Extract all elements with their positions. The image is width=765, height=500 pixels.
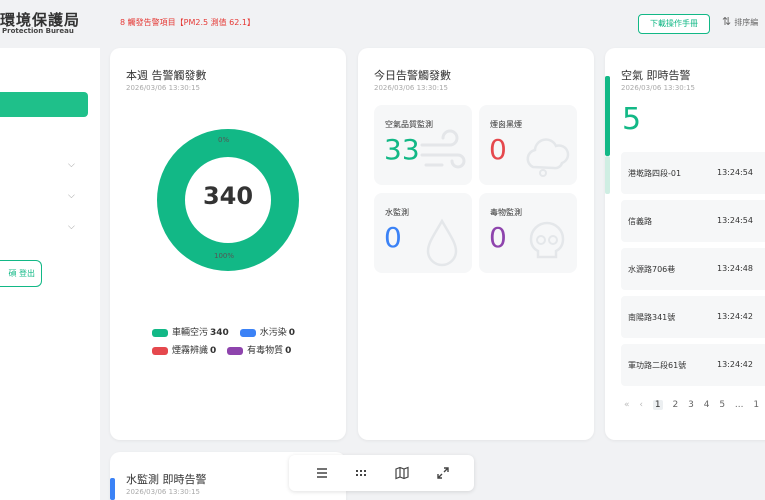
tile-label: 毒物監測 [490, 208, 522, 217]
top-bar: 環境保護局 Protection Bureau 8 觸發告警項目【PM2.5 測… [0, 0, 765, 48]
table-row[interactable]: 南陽路341號 13:24:42 [621, 296, 765, 338]
pager-page-5[interactable]: 5 [719, 400, 725, 410]
chevron-down-icon[interactable]: ⌵ [68, 191, 75, 201]
realtime-count: 5 [622, 102, 642, 137]
accent-bar [605, 76, 610, 156]
logo-subtitle: Protection Bureau [2, 27, 74, 35]
legend-value: 0 [288, 328, 295, 338]
pager-prev[interactable]: ‹ [639, 400, 643, 410]
row-time: 13:24:54 [717, 216, 753, 225]
tile-label: 煙囪黑煙 [490, 120, 522, 129]
smoke-cloud-icon [526, 138, 570, 177]
water-timestamp: 2026/03/06 13:30:15 [126, 488, 201, 496]
legend-value: 340 [210, 328, 229, 338]
tile-chimney-smoke[interactable]: 煙囪黑煙 0 [479, 105, 577, 185]
realtime-title: 空氣 即時告警 [621, 69, 691, 82]
legend-item[interactable]: 煙霧辨識 0 [152, 346, 216, 356]
pager-ellipsis: ... [734, 400, 744, 410]
legend-row: 煙霧辨識 0 有毒物質 0 [152, 343, 291, 356]
legend-swatch [152, 328, 168, 337]
table-row[interactable]: 港墘路四段-01 13:24:54 [621, 152, 765, 194]
wind-icon [420, 129, 466, 169]
row-location: 港墘路四段-01 [628, 169, 682, 178]
today-title: 今日告警觸發數 [374, 69, 451, 82]
tile-air-quality[interactable]: 空氣品質監測 33 [374, 105, 472, 185]
legend-value: 0 [285, 346, 292, 356]
sort-label: 排序編 [734, 18, 759, 27]
tile-water-monitor[interactable]: 水監測 0 [374, 193, 472, 273]
legend-value: 0 [210, 346, 217, 356]
tile-value: 0 [384, 221, 402, 254]
water-accent-bar [110, 478, 115, 500]
weekly-title: 本週 告警觸發數 [126, 69, 207, 82]
legend-item[interactable]: 有毒物質 0 [227, 346, 291, 356]
skull-icon [529, 221, 565, 259]
donut-total: 340 [202, 182, 254, 210]
tile-value: 0 [489, 221, 507, 254]
sort-button[interactable]: ⇅ 排序編 [722, 15, 758, 28]
table-row[interactable]: 水源路706巷 13:24:48 [621, 248, 765, 290]
grid-icon[interactable] [353, 465, 369, 481]
legend-label: 車輛空污 [172, 328, 209, 338]
weekly-timestamp: 2026/03/06 13:30:15 [126, 84, 201, 92]
pager-page-4[interactable]: 4 [704, 400, 710, 410]
pager-page-1[interactable]: 1 [652, 400, 663, 410]
legend-swatch [239, 328, 256, 337]
legend-item[interactable]: 水污染 0 [239, 328, 295, 338]
pagination: « ‹ 1 2 3 4 5 ... 1 [624, 400, 765, 410]
tile-value: 33 [384, 133, 420, 166]
list-icon[interactable] [314, 465, 330, 481]
realtime-timestamp: 2026/03/06 13:30:15 [621, 84, 696, 92]
row-location: 水源路706巷 [628, 265, 676, 274]
row-time: 13:24:48 [717, 264, 753, 273]
water-title: 水監測 即時告警 [126, 473, 207, 486]
donut-pct-bottom: 100% [214, 252, 235, 260]
pager-last[interactable]: 1 [753, 400, 759, 410]
accent-bar-secondary [605, 156, 610, 194]
pager-first[interactable]: « [624, 400, 630, 410]
row-time: 13:24:42 [717, 312, 753, 321]
legend-label: 水污染 [259, 328, 287, 338]
legend-row: 車輛空污 340 水污染 0 [152, 325, 295, 338]
legend-label: 有毒物質 [247, 346, 284, 356]
fullscreen-icon[interactable] [435, 465, 451, 481]
pager-page-3[interactable]: 3 [688, 400, 694, 410]
tile-value: 0 [489, 133, 507, 166]
row-location: 軍功路二段61號 [628, 361, 687, 370]
chevron-down-icon[interactable]: ⌵ [68, 160, 75, 170]
table-row[interactable]: 軍功路二段61號 13:24:42 [621, 344, 765, 386]
sort-icon: ⇅ [722, 15, 732, 28]
water-drop-icon [426, 218, 458, 267]
tile-toxic-monitor[interactable]: 毒物監測 0 [479, 193, 577, 273]
sidebar-item-active[interactable] [0, 92, 88, 117]
legend-swatch [152, 346, 168, 355]
row-location: 南陽路341號 [628, 313, 676, 322]
row-time: 13:24:42 [717, 360, 753, 369]
chevron-down-icon[interactable]: ⌵ [68, 222, 75, 232]
pager-page-2[interactable]: 2 [672, 400, 678, 410]
row-time: 13:24:54 [717, 168, 753, 177]
map-icon[interactable] [394, 465, 410, 481]
legend-label: 煙霧辨識 [172, 346, 209, 356]
alert-ticker[interactable]: 8 觸發告警項目【PM2.5 測值 62.1】 [120, 17, 255, 28]
table-row[interactable]: 信義路 13:24:54 [621, 200, 765, 242]
logout-button[interactable]: 碩 登出 [0, 260, 42, 287]
tile-label: 水監測 [385, 208, 409, 217]
sidebar: ⌵ ⌵ ⌵ 碩 登出 [0, 48, 100, 500]
view-toolbar [289, 455, 474, 491]
today-timestamp: 2026/03/06 13:30:15 [374, 84, 449, 92]
legend-item[interactable]: 車輛空污 340 [152, 328, 229, 338]
legend-swatch [227, 346, 244, 355]
donut-pct-top: 0% [218, 136, 230, 144]
download-manual-button[interactable]: 下載操作手冊 [638, 14, 710, 34]
row-location: 信義路 [628, 217, 652, 226]
